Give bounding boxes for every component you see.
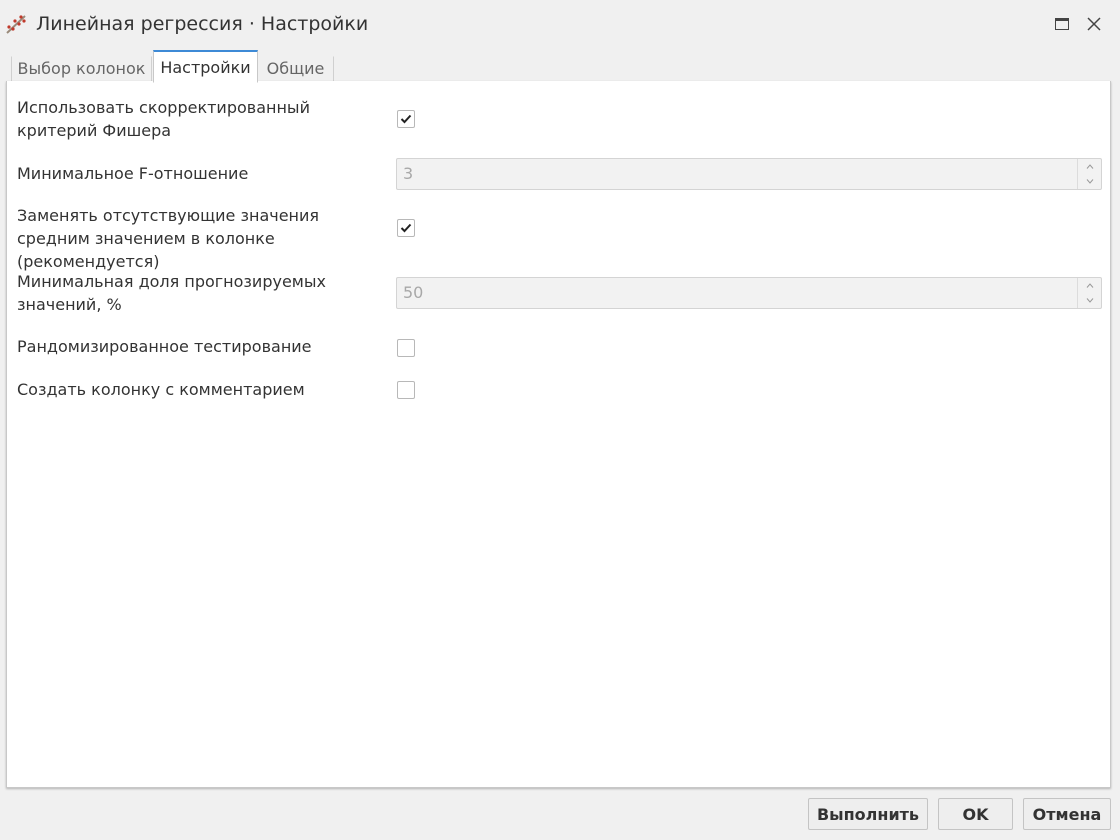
regression-tool-icon (4, 12, 28, 36)
close-button[interactable] (1083, 13, 1105, 35)
spinner-arrows (1077, 159, 1101, 189)
window-title: Линейная регрессия · Настройки (36, 13, 369, 35)
replace-missing-label: Заменять отсутствующие значения средним … (17, 206, 320, 271)
spinner-up-button[interactable] (1078, 159, 1102, 174)
spinner-arrows (1077, 278, 1101, 308)
settings-panel: Использовать скорректированный критерий … (6, 81, 1111, 788)
min-predicted-share-value: 50 (403, 283, 424, 302)
spinner-up-button[interactable] (1078, 278, 1102, 293)
chevron-up-icon (1086, 164, 1094, 169)
checkmark-icon (400, 114, 412, 124)
min-predicted-share-spinner[interactable]: 50 (396, 277, 1102, 309)
min-f-ratio-value: 3 (403, 164, 414, 183)
min-predicted-share-label: Минимальная доля прогнозируемых значений… (17, 272, 326, 314)
chevron-down-icon (1086, 298, 1094, 303)
randomized-testing-label: Рандомизированное тестирование (17, 337, 312, 356)
adjusted-fisher-checkbox[interactable] (397, 110, 415, 128)
randomized-testing-checkbox[interactable] (397, 339, 415, 357)
maximize-button[interactable] (1051, 13, 1073, 35)
spinner-down-button[interactable] (1078, 293, 1102, 308)
checkmark-icon (400, 223, 412, 233)
ok-button[interactable]: OK (938, 798, 1013, 830)
chevron-up-icon (1086, 283, 1094, 288)
comment-column-label: Создать колонку с комментарием (17, 380, 305, 399)
tab-column-selection[interactable]: Выбор колонок (11, 56, 152, 82)
min-f-ratio-label: Минимальное F-отношение (17, 164, 249, 183)
maximize-icon (1055, 18, 1069, 30)
chevron-down-icon (1086, 179, 1094, 184)
min-f-ratio-spinner[interactable]: 3 (396, 158, 1102, 190)
tab-settings[interactable]: Настройки (153, 50, 258, 83)
replace-missing-checkbox[interactable] (397, 219, 415, 237)
cancel-button[interactable]: Отмена (1023, 798, 1111, 830)
spinner-down-button[interactable] (1078, 174, 1102, 189)
adjusted-fisher-label: Использовать скорректированный критерий … (17, 98, 310, 140)
run-button[interactable]: Выполнить (808, 798, 928, 830)
tab-bar: Выбор колонок Настройки Общие (0, 50, 1120, 83)
close-icon (1087, 17, 1101, 31)
title-bar: Линейная регрессия · Настройки (0, 0, 1120, 48)
comment-column-checkbox[interactable] (397, 381, 415, 399)
tab-common[interactable]: Общие (258, 56, 334, 82)
